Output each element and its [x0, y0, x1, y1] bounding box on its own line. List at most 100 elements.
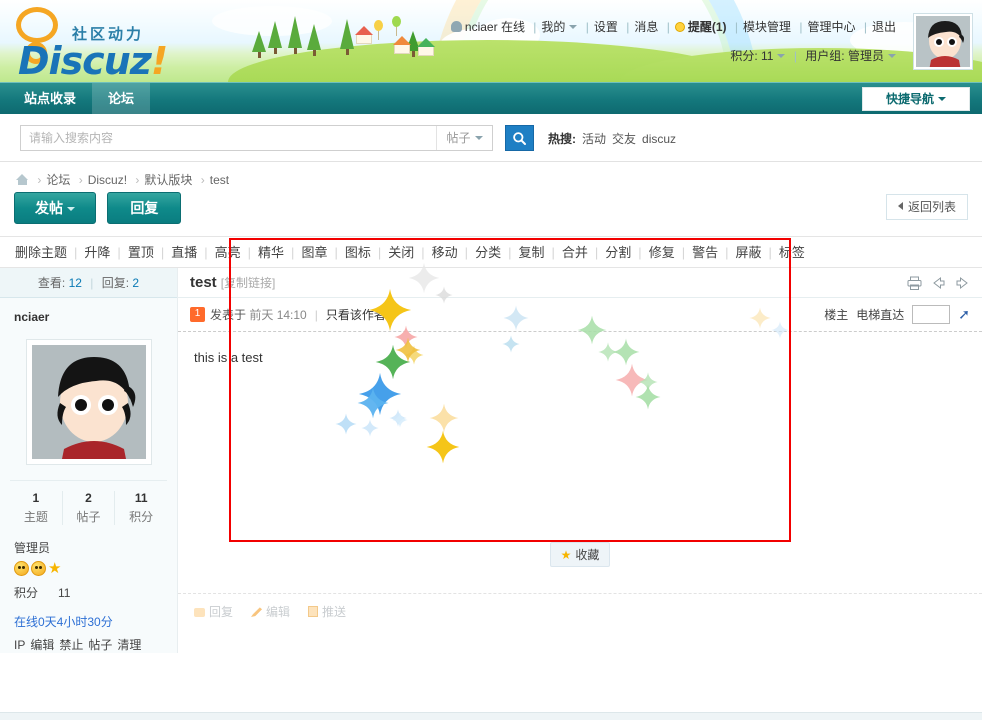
- chevron-down-icon[interactable]: [888, 54, 896, 58]
- breadcrumb-item-forum[interactable]: 论坛: [46, 173, 70, 187]
- mod-split[interactable]: 分割: [598, 245, 638, 260]
- favorite-label: 收藏: [575, 548, 600, 562]
- mod-op-ip[interactable]: IP: [14, 638, 25, 652]
- user-bar: nciaer 在线 | 我的 | 设置 | 消息 | 提醒(1) | 模块管理 | 管理中心…: [450, 18, 896, 64]
- search-icon: [513, 131, 526, 145]
- hot-search-item[interactable]: discuz: [642, 132, 676, 146]
- divider: |: [90, 276, 94, 290]
- breadcrumb-item-thread[interactable]: test: [210, 173, 229, 187]
- avatar[interactable]: [914, 14, 972, 69]
- thread-title-bar: test [复制链接]: [178, 268, 982, 298]
- author-name[interactable]: nciaer: [0, 310, 177, 324]
- mod-icon[interactable]: 图标: [338, 245, 378, 260]
- tree-decoration: [268, 21, 282, 54]
- settings-link[interactable]: 设置: [594, 20, 618, 34]
- star-icon: ★: [48, 560, 62, 577]
- bulb-icon: [674, 22, 685, 32]
- search-type-select[interactable]: 帖子: [436, 126, 492, 150]
- mod-ban[interactable]: 屏蔽: [729, 245, 769, 260]
- mod-updown[interactable]: 升降: [77, 245, 117, 260]
- discuz-forum-page: 社区动力 Discuz! nciaer 在线 | 我的 | 设置 | 消息 | 提醒(1…: [0, 0, 982, 720]
- author-group: 管理员: [14, 541, 51, 555]
- nav-item-site-index[interactable]: 站点收录: [8, 83, 92, 115]
- thread-title-wrap: test [复制链接]: [190, 274, 275, 291]
- module-admin-link[interactable]: 模块管理: [743, 20, 791, 34]
- quick-nav-button[interactable]: 快捷导航: [862, 87, 970, 111]
- prev-arrow-icon[interactable]: [931, 276, 946, 290]
- mod-stamp[interactable]: 图章: [294, 245, 334, 260]
- reminder-link[interactable]: 提醒(1): [688, 20, 727, 34]
- stat-label: 积分: [129, 510, 154, 524]
- medal-icon: [31, 561, 46, 576]
- author-group-block: 管理员 ★ 积分 11 在线0天4小时30分 IP 编辑 禁止 帖子 清理: [0, 525, 177, 653]
- mod-sticky[interactable]: 置顶: [121, 245, 161, 260]
- nav-list: 站点收录 论坛: [0, 83, 982, 115]
- credits-value[interactable]: 11: [761, 49, 773, 63]
- mod-close[interactable]: 关闭: [381, 245, 421, 260]
- push-icon: [308, 606, 319, 617]
- footer-push-button[interactable]: 推送: [308, 603, 346, 620]
- usergroup-label: 用户组:: [805, 49, 845, 63]
- next-arrow-icon[interactable]: [955, 276, 970, 290]
- logout-link[interactable]: 退出: [872, 20, 896, 34]
- mod-op-posts[interactable]: 帖子: [88, 638, 112, 652]
- footer-reply-button[interactable]: 回复: [194, 603, 233, 620]
- right-arrow-icon[interactable]: [391, 310, 398, 319]
- quick-nav-label: 快捷导航: [885, 92, 934, 106]
- new-post-button[interactable]: 发帖: [14, 192, 96, 224]
- stat-value: 2: [85, 491, 92, 505]
- thread-actions: 发帖 回复 返回列表: [0, 190, 982, 236]
- house-decoration: [393, 36, 411, 54]
- breadcrumb-separator: ›: [200, 173, 205, 187]
- search-input[interactable]: [21, 126, 436, 150]
- hot-search-item[interactable]: 交友: [612, 132, 636, 146]
- messages-link[interactable]: 消息: [634, 20, 658, 34]
- favorite-button[interactable]: ★ 收藏: [549, 542, 611, 567]
- author-stats: 1 主题 2 帖子 11 积分: [10, 480, 167, 525]
- mod-tag[interactable]: 标签: [772, 245, 812, 260]
- stat-label: 帖子: [76, 510, 101, 524]
- author-avatar[interactable]: [26, 340, 151, 464]
- mod-repair[interactable]: 修复: [642, 245, 682, 260]
- mod-op-ban[interactable]: 禁止: [59, 638, 83, 652]
- mod-highlight[interactable]: 高亮: [208, 245, 248, 260]
- author-medals: ★: [14, 561, 163, 576]
- hot-search-item[interactable]: 活动: [582, 132, 606, 146]
- nav-item-forum[interactable]: 论坛: [92, 83, 151, 115]
- chevron-down-icon[interactable]: [569, 25, 578, 29]
- mod-merge[interactable]: 合并: [555, 245, 595, 260]
- reply-button[interactable]: 回复: [107, 192, 182, 224]
- divider: |: [533, 20, 537, 34]
- breadcrumb-item-board[interactable]: 默认版块: [144, 173, 192, 187]
- mod-warn[interactable]: 警告: [685, 245, 725, 260]
- username-link[interactable]: nciaer: [465, 20, 498, 34]
- chevron-down-icon: [474, 136, 483, 140]
- mod-op-clean[interactable]: 清理: [117, 638, 141, 652]
- mod-category[interactable]: 分类: [468, 245, 508, 260]
- breadcrumb-item-discuz[interactable]: Discuz!: [88, 173, 127, 187]
- mod-digest[interactable]: 精华: [251, 245, 291, 260]
- home-icon[interactable]: [16, 174, 29, 185]
- escalator-icon[interactable]: ➚: [958, 306, 970, 323]
- back-to-list-button[interactable]: 返回列表: [885, 194, 968, 220]
- print-icon[interactable]: [907, 276, 922, 290]
- reply-label: 回复: [130, 200, 159, 216]
- chevron-down-icon: [938, 97, 946, 101]
- usergroup-value[interactable]: 管理员: [848, 49, 884, 63]
- admin-center-link[interactable]: 管理中心: [808, 20, 856, 34]
- mod-delete-thread[interactable]: 删除主题: [8, 245, 74, 260]
- mod-copy[interactable]: 复制: [511, 245, 551, 260]
- mod-live[interactable]: 直播: [164, 245, 204, 260]
- mod-move[interactable]: 移动: [425, 245, 465, 260]
- site-logo[interactable]: 社区动力 Discuz!: [12, 5, 202, 82]
- footer-edit-button[interactable]: 编辑: [251, 603, 290, 620]
- post-header-right: 楼主 电梯直达 ➚: [824, 305, 970, 324]
- elevator-input[interactable]: [912, 305, 951, 324]
- search-button[interactable]: [505, 125, 534, 151]
- logo-name: Discuz: [18, 39, 152, 82]
- my-menu-link[interactable]: 我的: [541, 20, 565, 34]
- chevron-down-icon[interactable]: [777, 54, 786, 58]
- copy-link[interactable]: [复制链接]: [221, 276, 276, 290]
- only-author-link[interactable]: 只看该作者: [326, 306, 386, 323]
- mod-op-edit[interactable]: 编辑: [30, 638, 54, 652]
